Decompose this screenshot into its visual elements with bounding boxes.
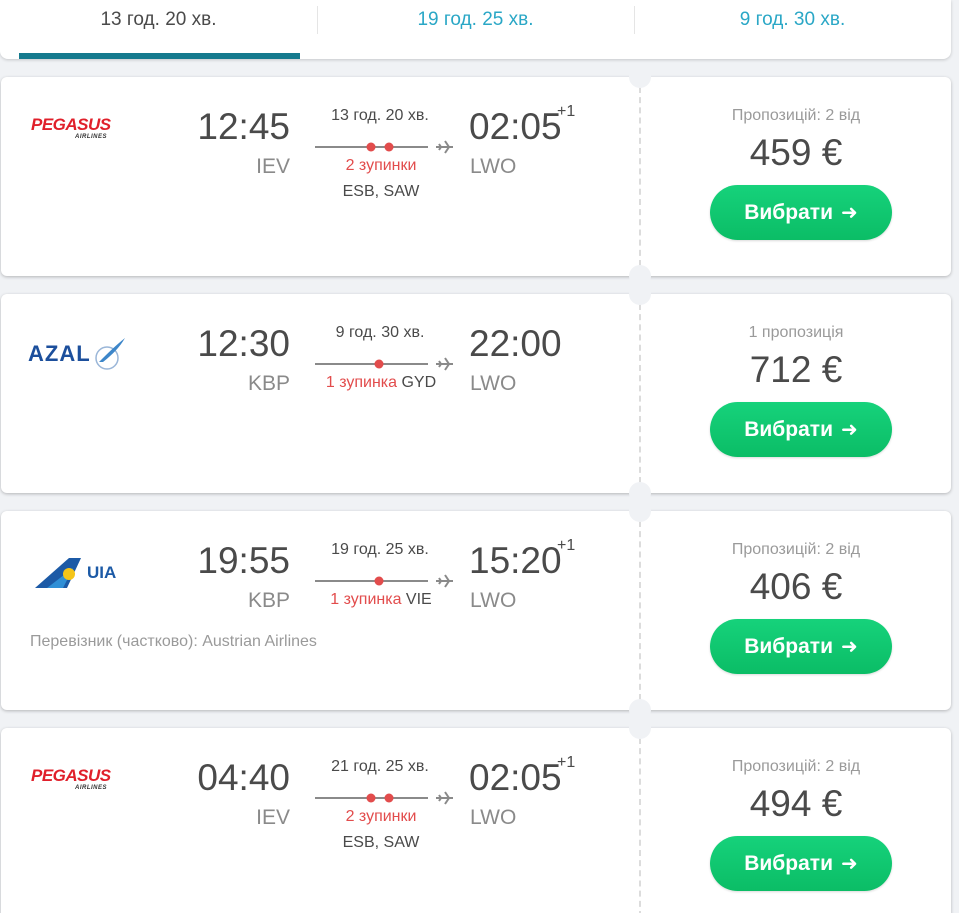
route-line-icon bbox=[315, 140, 453, 154]
arrival-airport: LWO bbox=[470, 372, 517, 395]
stops-count: 1 зупинка bbox=[330, 591, 402, 608]
select-button[interactable]: Вибрати ➜ bbox=[710, 836, 892, 891]
stops-info: 2 зупинки bbox=[301, 157, 461, 175]
uia-tail-icon bbox=[35, 558, 81, 588]
offers-count: Пропозицій: 2 від bbox=[731, 107, 861, 124]
airline-logo-text: PEGASUS bbox=[31, 115, 111, 134]
stops-count: 1 зупинка bbox=[325, 374, 398, 391]
select-button-label: Вибрати bbox=[744, 634, 833, 658]
operating-carrier: Перевізник (частково): Austrian Airlines bbox=[30, 633, 317, 650]
pegasus-logo: PEGASUS AIRLINES bbox=[31, 766, 161, 808]
airline-logo-text: PEGASUS bbox=[31, 766, 111, 785]
flight-card[interactable]: PEGASUS AIRLINES 12:45 IEV 13 год. 20 хв… bbox=[1, 66, 951, 287]
flight-duration: 21 год. 25 хв. bbox=[331, 758, 429, 775]
arrow-right-icon: ➜ bbox=[840, 853, 858, 875]
route-line-icon bbox=[315, 574, 453, 588]
stops-count: 2 зупинки bbox=[345, 808, 417, 825]
departure-airport: KBP bbox=[247, 372, 290, 395]
flight-duration: 19 год. 25 хв. bbox=[331, 541, 429, 558]
departure-time: 12:30 bbox=[197, 323, 290, 364]
flight-card[interactable]: UIA 19:55 KBP 19 год. 25 хв. 1 зупинка V… bbox=[1, 500, 951, 721]
arrow-right-icon: ➜ bbox=[840, 419, 858, 441]
stops-info: 1 зупинка VIE bbox=[301, 591, 461, 609]
stops-info: 2 зупинки bbox=[301, 808, 461, 826]
arrival-time: 02:05 bbox=[469, 106, 562, 147]
next-day-indicator: +1 bbox=[557, 754, 576, 771]
uia-logo: UIA bbox=[33, 553, 163, 593]
route-line-icon bbox=[315, 791, 453, 805]
stops-info: 1 зупинка GYD bbox=[301, 374, 461, 392]
stops-count: 2 зупинки bbox=[345, 157, 417, 174]
route-line-icon bbox=[315, 357, 453, 371]
price: 494 € bbox=[749, 783, 843, 824]
offers-count: Пропозицій: 2 від bbox=[731, 758, 861, 775]
stops-place: VIE bbox=[405, 591, 432, 608]
airline-logo-text: AZAL bbox=[28, 341, 91, 366]
arrival-time: 22:00 bbox=[469, 323, 562, 364]
flight-duration: 13 год. 20 хв. bbox=[331, 107, 429, 124]
departure-airport: IEV bbox=[256, 806, 290, 829]
arrival-airport: LWO bbox=[470, 155, 517, 178]
tab-duration-3[interactable]: 9 год. 30 хв. bbox=[634, 0, 951, 59]
offers-count: Пропозицій: 2 від bbox=[731, 541, 861, 558]
card-notch bbox=[629, 500, 651, 522]
price: 406 € bbox=[749, 566, 843, 607]
arrival-time: 15:20 bbox=[469, 540, 562, 581]
select-button[interactable]: Вибрати ➜ bbox=[710, 619, 892, 674]
select-button-label: Вибрати bbox=[744, 417, 833, 441]
flight-duration: 9 год. 30 хв. bbox=[335, 324, 425, 341]
airline-logo-text: UIA bbox=[87, 563, 117, 582]
airline-logo-sub: AIRLINES bbox=[75, 785, 108, 791]
price: 459 € bbox=[749, 132, 843, 173]
select-button[interactable]: Вибрати ➜ bbox=[710, 402, 892, 457]
arrival-time: 02:05 bbox=[469, 757, 562, 798]
stops-airports: ESB, SAW bbox=[342, 834, 420, 851]
next-day-indicator: +1 bbox=[557, 537, 576, 554]
departure-airport: IEV bbox=[256, 155, 290, 178]
azal-bird-icon bbox=[94, 338, 125, 370]
stops-place: GYD bbox=[401, 374, 437, 391]
airline-logo-sub: AIRLINES bbox=[75, 134, 108, 140]
card-notch bbox=[629, 66, 651, 88]
departure-time: 19:55 bbox=[197, 540, 290, 581]
price: 712 € bbox=[749, 349, 843, 390]
azal-logo: AZAL bbox=[28, 334, 158, 374]
flight-card[interactable]: PEGASUS AIRLINES 04:40 IEV 21 год. 25 хв… bbox=[1, 717, 951, 913]
stops-airports: ESB, SAW bbox=[342, 183, 420, 200]
card-notch bbox=[629, 717, 651, 739]
arrow-right-icon: ➜ bbox=[840, 636, 858, 658]
card-notch bbox=[629, 283, 651, 305]
tab-duration-2[interactable]: 19 год. 25 хв. bbox=[317, 0, 634, 59]
departure-airport: KBP bbox=[247, 589, 290, 612]
pegasus-logo: PEGASUS AIRLINES bbox=[31, 115, 161, 157]
tab-duration-1[interactable]: 13 год. 20 хв. bbox=[0, 0, 317, 59]
flight-card[interactable]: AZAL 12:30 KBP 9 год. 30 хв. 1 зупинка G… bbox=[1, 283, 951, 504]
next-day-indicator: +1 bbox=[557, 103, 576, 120]
select-button-label: Вибрати bbox=[744, 200, 833, 224]
departure-time: 04:40 bbox=[197, 757, 290, 798]
duration-tabs: 13 год. 20 хв. 19 год. 25 хв. 9 год. 30 … bbox=[0, 0, 951, 59]
departure-time: 12:45 bbox=[197, 106, 290, 147]
arrival-airport: LWO bbox=[470, 589, 517, 612]
select-button-label: Вибрати bbox=[744, 851, 833, 875]
offers-count: 1 пропозиція bbox=[748, 324, 844, 341]
arrival-airport: LWO bbox=[470, 806, 517, 829]
select-button[interactable]: Вибрати ➜ bbox=[710, 185, 892, 240]
arrow-right-icon: ➜ bbox=[840, 202, 858, 224]
